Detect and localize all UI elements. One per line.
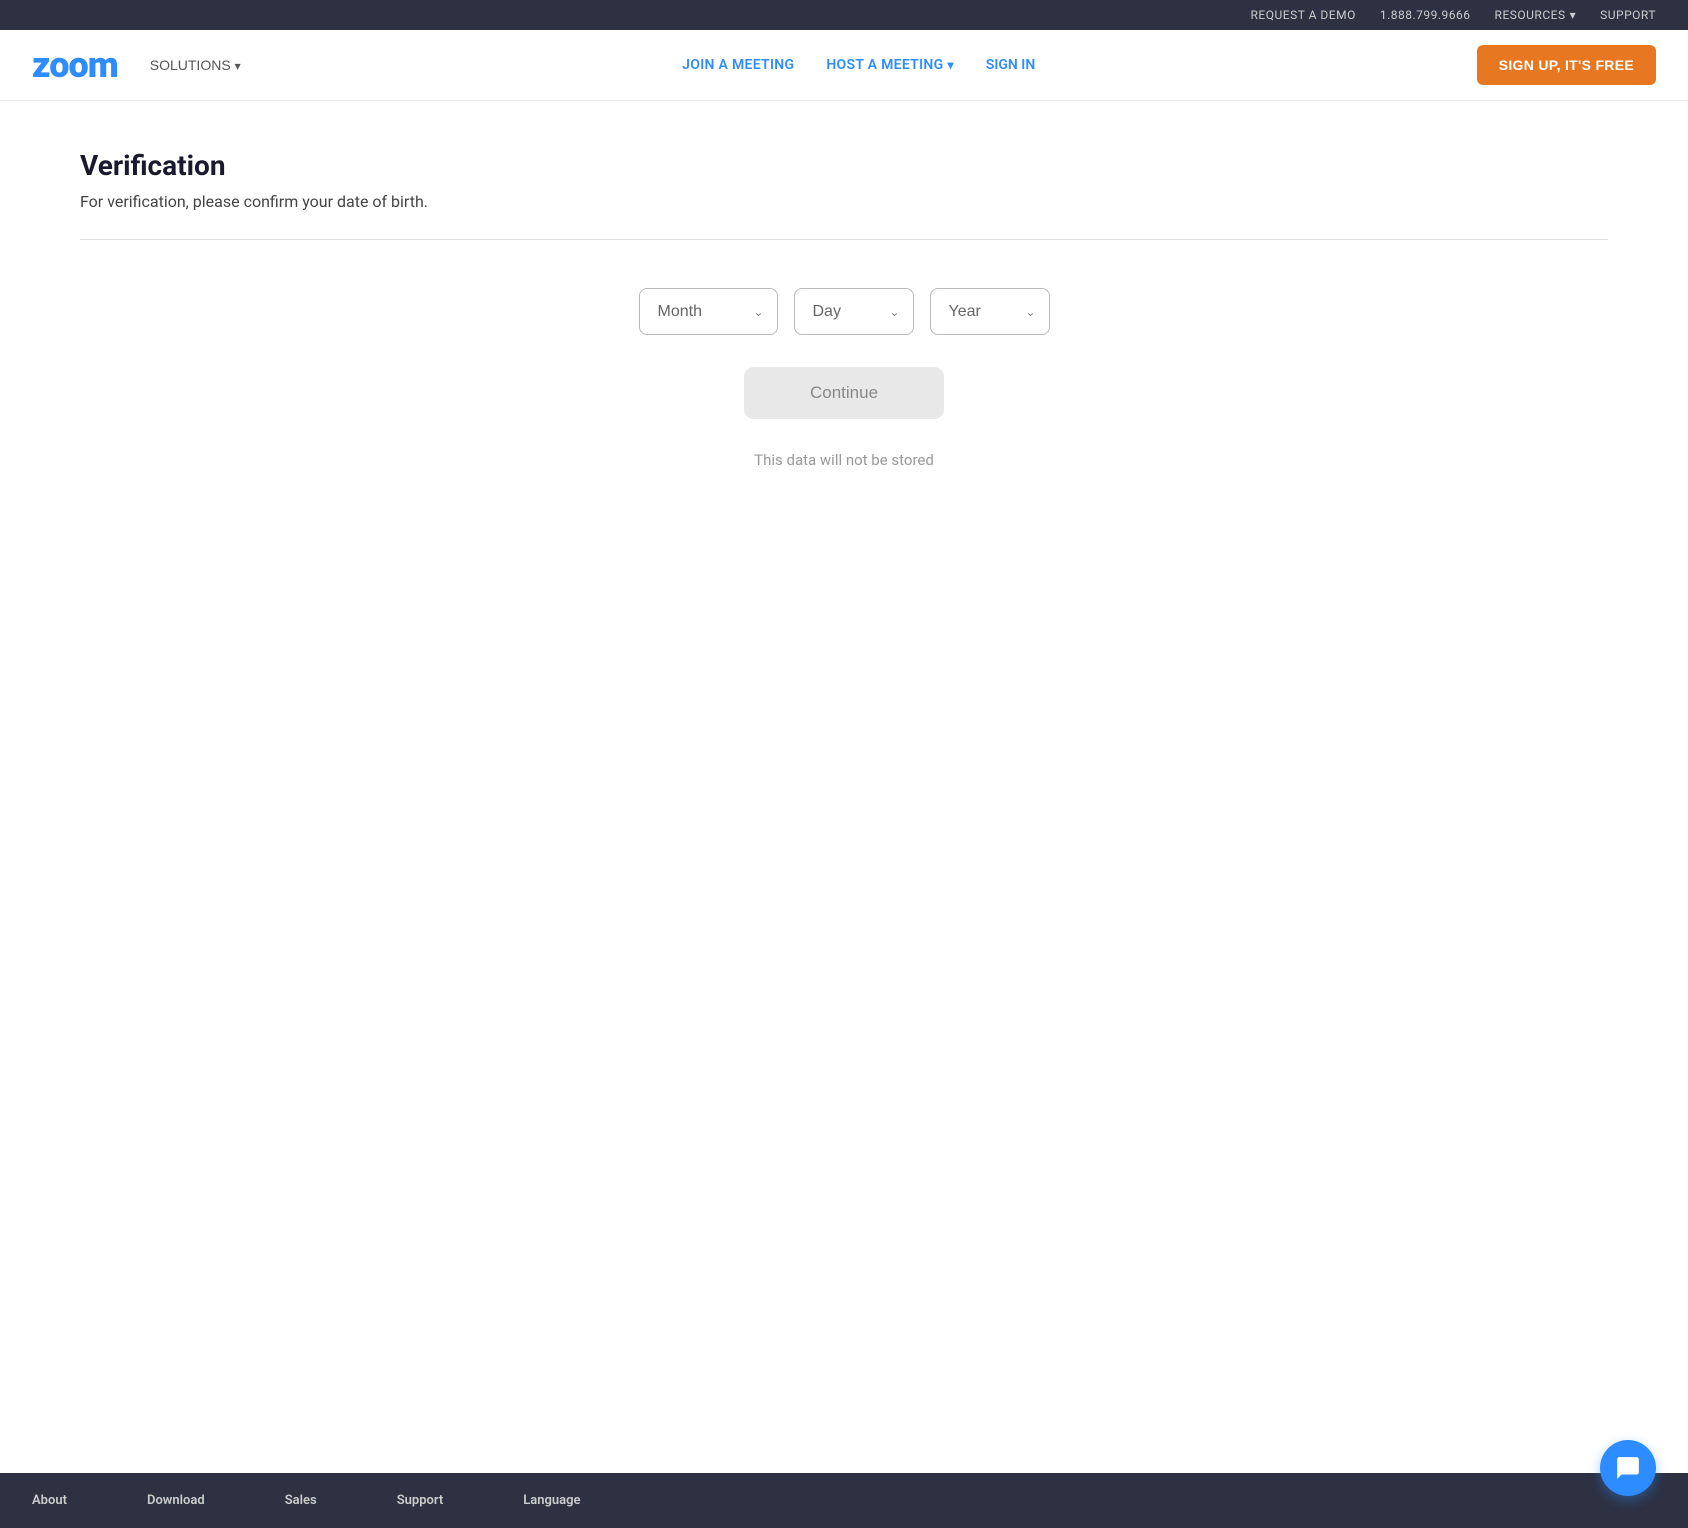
month-select[interactable]: Month January February March April May J… xyxy=(639,288,778,335)
host-meeting-link[interactable]: HOST A MEETING xyxy=(826,57,953,73)
day-select[interactable]: Day for(let i=1;i<=31;i++) document.writ… xyxy=(794,288,914,335)
footer-download[interactable]: Download xyxy=(147,1493,205,1508)
form-area: Month January February March April May J… xyxy=(80,288,1608,469)
request-demo-link[interactable]: REQUEST A DEMO xyxy=(1251,8,1356,22)
year-select[interactable]: Year for(let y=new Date().getFullYear();… xyxy=(930,288,1050,335)
footer-language[interactable]: Language xyxy=(523,1493,580,1508)
solutions-button[interactable]: SOLUTIONS xyxy=(150,57,241,73)
page-title: Verification xyxy=(80,149,1608,182)
date-selectors: Month January February March April May J… xyxy=(639,288,1050,335)
chat-icon xyxy=(1615,1455,1641,1481)
continue-button[interactable]: Continue xyxy=(744,367,944,419)
footer: About Download Sales Support Language xyxy=(0,1473,1688,1528)
footer-about[interactable]: About xyxy=(32,1493,67,1508)
chevron-down-icon xyxy=(1570,8,1577,22)
page-subtitle: For verification, please confirm your da… xyxy=(80,192,1608,211)
top-bar: REQUEST A DEMO 1.888.799.9666 RESOURCES … xyxy=(0,0,1688,30)
divider xyxy=(80,239,1608,240)
chat-bubble-button[interactable] xyxy=(1600,1440,1656,1496)
data-notice: This data will not be stored xyxy=(754,451,934,469)
nav-center: JOIN A MEETING HOST A MEETING SIGN IN xyxy=(241,57,1477,73)
resources-link[interactable]: RESOURCES xyxy=(1495,8,1577,22)
zoom-logo: zoom xyxy=(32,44,118,86)
join-meeting-link[interactable]: JOIN A MEETING xyxy=(682,57,794,73)
year-wrapper: Year for(let y=new Date().getFullYear();… xyxy=(930,288,1050,335)
nav-bar: zoom SOLUTIONS JOIN A MEETING HOST A MEE… xyxy=(0,30,1688,101)
footer-sales[interactable]: Sales xyxy=(285,1493,317,1508)
sign-in-link[interactable]: SIGN IN xyxy=(986,57,1035,73)
month-wrapper: Month January February March April May J… xyxy=(639,288,778,335)
signup-button[interactable]: SIGN UP, IT'S FREE xyxy=(1477,45,1656,85)
main-content: Verification For verification, please co… xyxy=(0,101,1688,1473)
phone-link[interactable]: 1.888.799.9666 xyxy=(1380,8,1471,22)
host-chevron-icon xyxy=(947,57,953,73)
support-link[interactable]: SUPPORT xyxy=(1600,8,1656,22)
day-wrapper: Day for(let i=1;i<=31;i++) document.writ… xyxy=(794,288,914,335)
footer-support[interactable]: Support xyxy=(397,1493,444,1508)
